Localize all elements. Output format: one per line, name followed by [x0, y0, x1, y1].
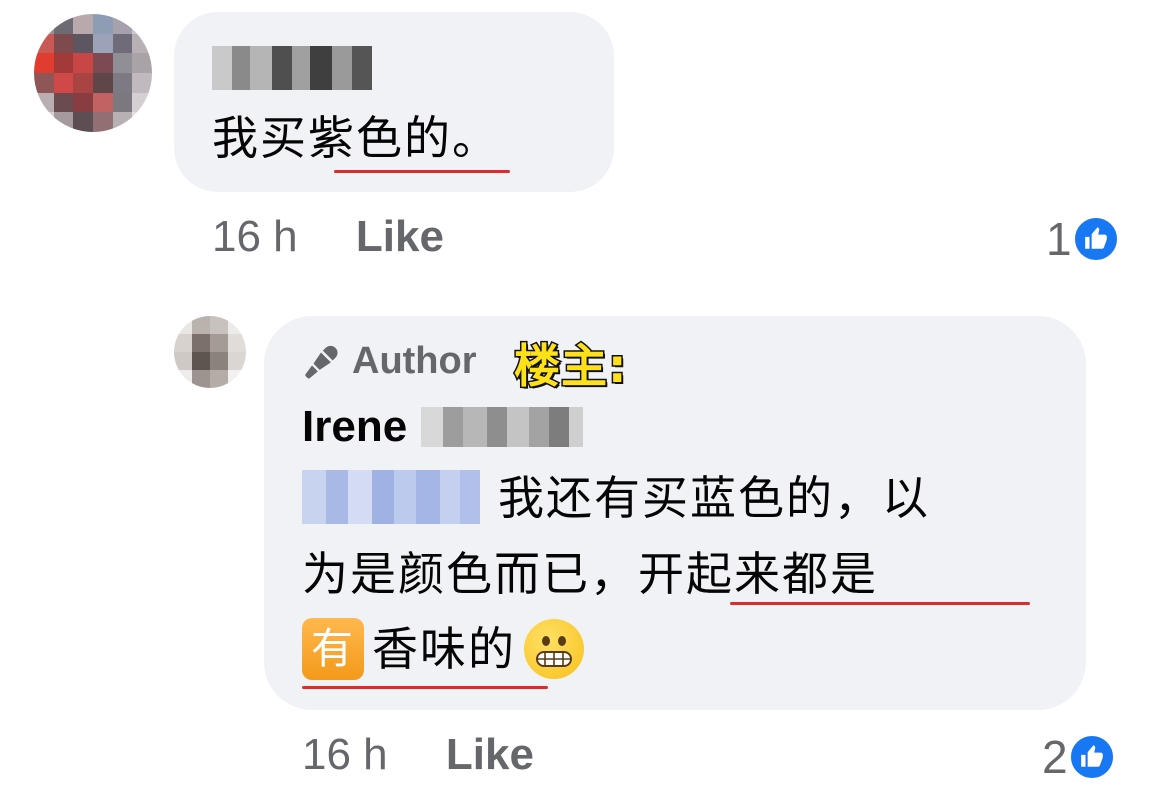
reaction-summary[interactable]: 2 — [1042, 730, 1116, 784]
comment-meta: 16 h Like — [212, 212, 444, 262]
thumbs-up-icon — [1067, 733, 1116, 781]
grimacing-face-emoji — [524, 619, 584, 679]
author-avatar[interactable] — [174, 316, 246, 388]
timestamp[interactable]: 16 h — [302, 730, 388, 779]
comment-text: 我买紫色的。 — [212, 111, 500, 165]
reply-author-name[interactable]: Irene — [302, 402, 584, 452]
reply-meta: 16 h Like — [302, 730, 534, 780]
reaction-count: 2 — [1042, 731, 1068, 783]
reply-text-line-3: 有 香味的 — [302, 618, 584, 680]
author-surname-redacted — [421, 407, 584, 447]
mention-tag-redacted[interactable] — [302, 470, 480, 524]
commenter-avatar[interactable] — [34, 14, 152, 132]
reply-text-line-1: 我还有买蓝色的，以 — [498, 471, 930, 525]
commenter-name-redacted[interactable] — [212, 46, 372, 90]
highlighted-text: 紫色的 — [308, 111, 452, 165]
like-button[interactable]: Like — [446, 730, 534, 779]
red-underline — [302, 686, 548, 689]
author-badge: Author — [302, 340, 477, 383]
highlighted-text: 开起来都是 — [638, 547, 878, 601]
red-underline — [730, 602, 1030, 605]
microphone-icon — [302, 342, 342, 382]
timestamp[interactable]: 16 h — [212, 212, 298, 261]
like-button[interactable]: Like — [356, 212, 444, 261]
thumbs-up-icon — [1071, 215, 1120, 263]
reaction-count: 1 — [1046, 213, 1072, 265]
reply-text-line-2: 为是颜色而已，开起来都是 — [302, 547, 878, 601]
overlay-annotation: 楼主: — [512, 338, 628, 395]
reaction-summary[interactable]: 1 — [1046, 212, 1120, 266]
japanese-have-button-emoji: 有 — [302, 618, 364, 680]
red-underline — [334, 170, 510, 173]
